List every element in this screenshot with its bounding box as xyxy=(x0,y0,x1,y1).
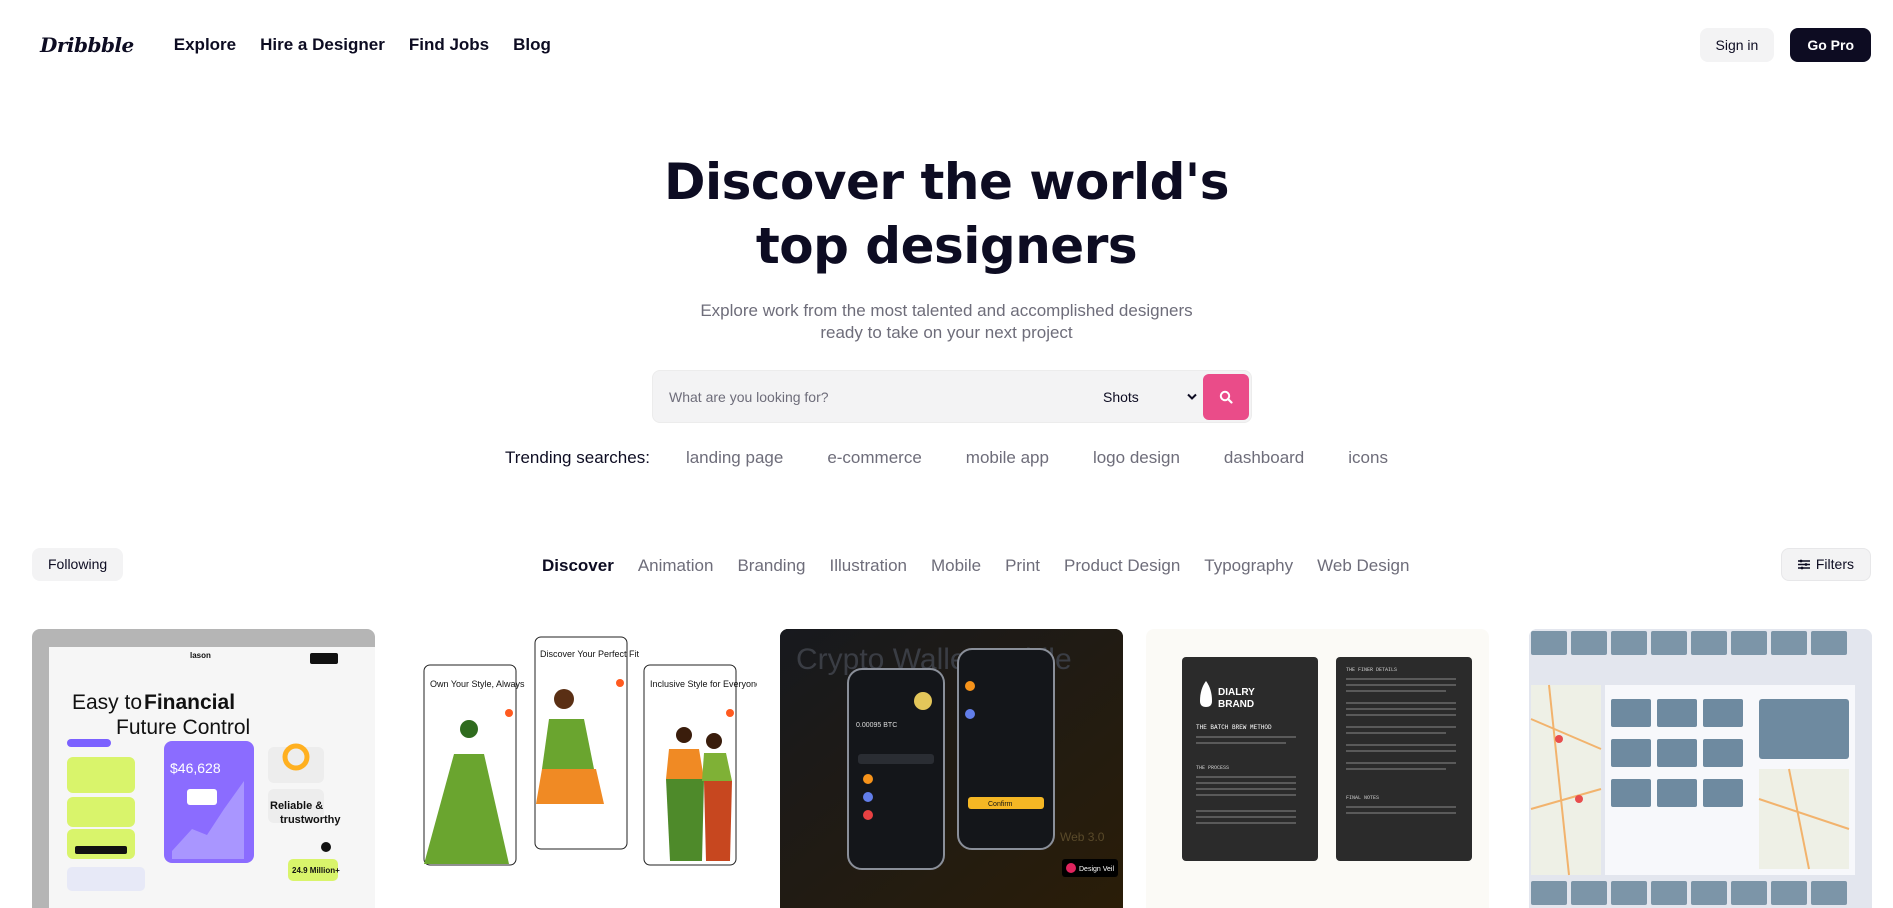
tab-product-design[interactable]: Product Design xyxy=(1064,556,1180,576)
shot-card-fashion[interactable]: Own Your Style, Always Discover Your Per… xyxy=(414,629,757,908)
tab-print[interactable]: Print xyxy=(1005,556,1040,576)
dribbble-logo[interactable]: Dribbble xyxy=(40,33,134,57)
following-dropdown[interactable]: Following xyxy=(32,548,124,581)
shot-thumbnail-crypto: Crypto Wallet Mobile Confirm 0.00095 BTC… xyxy=(780,629,1123,908)
chevron-down-icon xyxy=(1187,393,1197,400)
shot3-web: Web 3.0 xyxy=(1060,830,1105,844)
trending-term-landing-page[interactable]: landing page xyxy=(686,448,783,468)
shot1-headline-b: Financial xyxy=(144,691,235,714)
shot1-brand: lason xyxy=(190,651,211,660)
shot1-trust: trustworthy xyxy=(280,814,341,826)
shot1-headline-a: Easy to xyxy=(72,691,142,714)
nav-hire-designer[interactable]: Hire a Designer xyxy=(260,35,385,55)
shot1-users: 24.9 Million+ xyxy=(292,866,340,875)
trending-term-e-commerce[interactable]: e-commerce xyxy=(827,448,921,468)
search-bar: Shots xyxy=(652,370,1252,423)
main-nav: Explore Hire a Designer Find Jobs Blog xyxy=(174,35,551,55)
search-type-select[interactable]: Shots xyxy=(1093,371,1203,422)
hero-subtitle-line2: ready to take on your next project xyxy=(820,323,1073,342)
hero-title: Discover the world's top designers xyxy=(0,150,1893,278)
shot-thumbnail-real-estate xyxy=(1529,629,1872,908)
shot2-card3-title: Inclusive Style for Everyone xyxy=(650,679,757,689)
shot4-notes: FINAL NOTES xyxy=(1346,795,1379,801)
trending-term-icons[interactable]: icons xyxy=(1348,448,1388,468)
sliders-icon xyxy=(1797,559,1810,570)
shot2-card1-title: Own Your Style, Always xyxy=(430,679,525,689)
hero-subtitle-line1: Explore work from the most talented and … xyxy=(700,301,1193,320)
shot-thumbnail-finance: Easy to Financial Future Control lason $… xyxy=(49,647,375,908)
tab-discover[interactable]: Discover xyxy=(542,556,614,576)
filters-button[interactable]: Filters xyxy=(1780,548,1871,581)
hero-title-line1: Discover the world's xyxy=(664,153,1229,211)
go-pro-button[interactable]: Go Pro xyxy=(1790,28,1871,62)
tab-animation[interactable]: Animation xyxy=(638,556,714,576)
shot1-headline-c: Future Control xyxy=(116,716,250,739)
shot4-method: THE BATCH BREW METHOD xyxy=(1196,724,1272,731)
shot1-balance: $46,628 xyxy=(170,760,221,776)
search-input[interactable] xyxy=(653,388,1093,405)
tab-illustration[interactable]: Illustration xyxy=(830,556,907,576)
shot-thumbnail-brew: DIALRY BRAND THE BATCH BREW METHOD THE P… xyxy=(1182,657,1472,861)
shot3-badge: Design Veil xyxy=(1079,866,1114,873)
trending-term-logo-design[interactable]: logo design xyxy=(1093,448,1180,468)
trending-term-mobile-app[interactable]: mobile app xyxy=(966,448,1049,468)
tab-web-design[interactable]: Web Design xyxy=(1317,556,1409,576)
search-icon xyxy=(1219,390,1233,404)
shot3-confirm: Confirm xyxy=(988,801,1013,808)
shot3-btc: 0.00095 BTC xyxy=(856,722,897,729)
search-button[interactable] xyxy=(1203,373,1249,420)
shot-card-crypto-wallet[interactable]: Crypto Wallet Mobile Confirm 0.00095 BTC… xyxy=(780,629,1123,908)
shot4-brand-b: BRAND xyxy=(1218,699,1254,710)
nav-explore[interactable]: Explore xyxy=(174,35,236,55)
nav-blog[interactable]: Blog xyxy=(513,35,551,55)
shot4-brand-a: DIALRY xyxy=(1218,687,1255,698)
hero-subtitle: Explore work from the most talented and … xyxy=(0,300,1893,344)
filters-label: Filters xyxy=(1815,556,1854,572)
trending-searches: Trending searches: landing page e-commer… xyxy=(0,448,1893,468)
site-header: Dribbble Explore Hire a Designer Find Jo… xyxy=(0,0,1893,90)
tab-branding[interactable]: Branding xyxy=(737,556,805,576)
tab-typography[interactable]: Typography xyxy=(1204,556,1293,576)
trending-label: Trending searches: xyxy=(505,448,650,467)
shot4-details: THE FINER DETAILS xyxy=(1346,667,1397,673)
shot4-process: THE PROCESS xyxy=(1196,765,1229,771)
shot-card-brew-guide[interactable]: DIALRY BRAND THE BATCH BREW METHOD THE P… xyxy=(1146,629,1489,908)
shot-thumbnail-fashion: Own Your Style, Always Discover Your Per… xyxy=(423,636,757,866)
hero-title-line2: top designers xyxy=(755,217,1138,275)
hero-section: Discover the world's top designers Explo… xyxy=(0,150,1893,344)
search-type-value: Shots xyxy=(1103,388,1139,405)
shot1-reliable: Reliable & xyxy=(270,800,323,812)
shot-card-finance[interactable]: Easy to Financial Future Control lason $… xyxy=(32,629,375,908)
sign-in-button[interactable]: Sign in xyxy=(1699,28,1775,62)
trending-term-dashboard[interactable]: dashboard xyxy=(1224,448,1304,468)
category-tabs: Discover Animation Branding Illustration… xyxy=(542,556,1409,576)
shot-card-real-estate-map[interactable] xyxy=(1529,629,1872,908)
tab-mobile[interactable]: Mobile xyxy=(931,556,981,576)
header-actions: Sign in Go Pro xyxy=(1699,28,1871,62)
shot2-card2-title: Discover Your Perfect Fit xyxy=(540,649,640,659)
nav-find-jobs[interactable]: Find Jobs xyxy=(409,35,489,55)
